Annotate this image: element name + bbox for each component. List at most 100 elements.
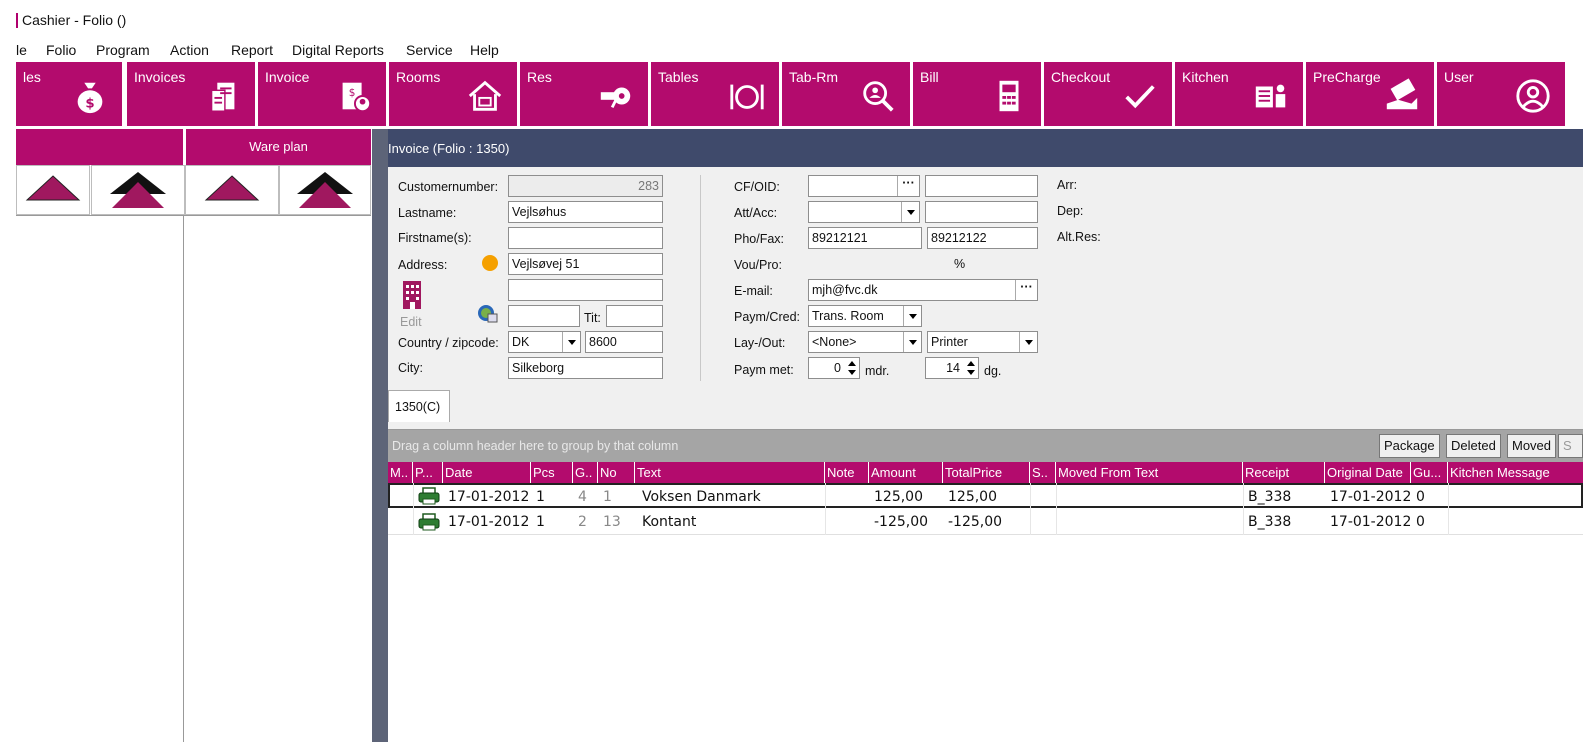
layout-select[interactable]: <None> (808, 331, 922, 353)
ware-scroll-up-button[interactable] (185, 165, 279, 215)
scroll-up-button[interactable] (16, 165, 90, 215)
tit-field[interactable] (606, 305, 663, 327)
toolbar-checkout-button[interactable]: Checkout (1044, 62, 1172, 126)
address-field[interactable]: Vejlsøvej 51 (508, 253, 663, 275)
fax-field[interactable]: 89212122 (927, 227, 1038, 249)
menu-help[interactable]: Help (470, 42, 499, 58)
menu-file[interactable]: le (16, 42, 27, 58)
menu-action[interactable]: Action (170, 42, 209, 58)
col-kitchen-message[interactable]: Kitchen Message (1448, 462, 1583, 483)
cfoid-field[interactable]: ··· (808, 175, 920, 197)
col-date[interactable]: Date (443, 462, 531, 483)
chevron-down-icon[interactable] (562, 332, 580, 352)
layout-label: Lay-/Out: (734, 336, 786, 350)
table-row[interactable]: 17-01-2012 1 2 13 Kontant -125,00 -125,0… (388, 510, 1583, 535)
menu-service[interactable]: Service (406, 42, 453, 58)
s-button[interactable]: S (1558, 434, 1583, 458)
col-s[interactable]: S.. (1030, 462, 1056, 483)
package-button[interactable]: Package (1379, 434, 1440, 458)
left-panel-header (16, 129, 183, 165)
city-field[interactable]: Silkeborg (508, 357, 663, 379)
divider (413, 483, 414, 535)
col-moved-from-text[interactable]: Moved From Text (1056, 462, 1243, 483)
extra-field[interactable] (508, 305, 580, 327)
edit-link[interactable]: Edit (400, 315, 422, 329)
toolbar-bill-button[interactable]: Bill (913, 62, 1041, 126)
col-text[interactable]: Text (635, 462, 825, 483)
col-gu[interactable]: Gu... (1411, 462, 1448, 483)
contact-card-icon[interactable] (476, 304, 498, 324)
country-select[interactable]: DK (508, 331, 581, 353)
ellipsis-icon[interactable]: ··· (1015, 280, 1037, 300)
lastname-field[interactable]: Vejlsøhus (508, 201, 663, 223)
col-receipt[interactable]: Receipt (1243, 462, 1325, 483)
moved-button[interactable]: Moved (1507, 434, 1557, 458)
ware-page-up-button[interactable] (279, 165, 371, 215)
spinner-icon[interactable] (964, 358, 978, 378)
deleted-button[interactable]: Deleted (1446, 434, 1501, 458)
toolbar-tables-button[interactable]: Tables (651, 62, 779, 126)
ellipsis-icon[interactable]: ··· (897, 176, 919, 196)
chevron-down-icon[interactable] (901, 202, 919, 222)
table-row[interactable]: 17-01-2012 1 4 1 Voksen Danmark 125,00 1… (388, 483, 1583, 508)
col-m[interactable]: M.. (388, 462, 413, 483)
toolbar-user-button[interactable]: User (1437, 62, 1565, 126)
cell-moved-from-text (1058, 485, 1061, 509)
address-label: Address: (398, 258, 448, 272)
toolbar-sales-button[interactable]: les $ (16, 62, 122, 126)
chevron-down-icon[interactable] (903, 332, 921, 352)
zipcode-field[interactable]: 8600 (585, 331, 663, 353)
toolbar-tab-rm-button[interactable]: Tab-Rm (782, 62, 910, 126)
cfoid2-field[interactable] (925, 175, 1038, 197)
menu-report[interactable]: Report (231, 42, 273, 58)
divider (183, 215, 184, 742)
menu-digital-reports[interactable]: Digital Reports (292, 42, 384, 58)
col-amount[interactable]: Amount (869, 462, 943, 483)
col-note[interactable]: Note (825, 462, 869, 483)
col-p[interactable]: P... (413, 462, 443, 483)
chevron-down-icon[interactable] (903, 306, 921, 326)
group-by-bar[interactable]: Drag a column header here to group by th… (388, 430, 1583, 462)
email-field[interactable]: mjh@fvc.dk ··· (808, 279, 1038, 301)
paymcred-select[interactable]: Trans. Room (808, 305, 922, 327)
key-icon (597, 77, 635, 115)
toolbar-invoice-button[interactable]: Invoice $ (258, 62, 386, 126)
cell-moved-from-text (1058, 510, 1061, 534)
toolbar-rooms-button[interactable]: Rooms (389, 62, 517, 126)
building-icon[interactable] (400, 279, 424, 311)
paym-days-stepper[interactable]: 14 (925, 357, 979, 379)
divider (825, 483, 826, 535)
plate-cutlery-icon (728, 77, 766, 115)
spinner-icon[interactable] (845, 358, 859, 378)
attacc-select[interactable] (808, 201, 920, 223)
toolbar-kitchen-button[interactable]: Kitchen (1175, 62, 1303, 126)
ware-plan-header: Ware plan (185, 129, 371, 165)
title-accent (16, 13, 18, 28)
paym-months-stepper[interactable]: 0 (808, 357, 860, 379)
phone-field[interactable]: 89212121 (808, 227, 922, 249)
output-select[interactable]: Printer (927, 331, 1038, 353)
customernumber-field[interactable]: 283 (508, 175, 663, 197)
toolbar-precharge-button[interactable]: PreCharge (1306, 62, 1434, 126)
toolbar-res-button[interactable]: Res (520, 62, 648, 126)
address2-field[interactable] (508, 279, 663, 301)
firstname-field[interactable] (508, 227, 663, 249)
col-g[interactable]: G.. (573, 462, 598, 483)
menu-folio[interactable]: Folio (46, 42, 76, 58)
attacc2-field[interactable] (925, 201, 1038, 223)
col-pcs[interactable]: Pcs (531, 462, 573, 483)
menu-program[interactable]: Program (96, 42, 150, 58)
cell-s (1032, 485, 1035, 509)
col-no[interactable]: No (598, 462, 635, 483)
divider (1056, 483, 1057, 535)
chevron-down-icon[interactable] (1019, 332, 1037, 352)
page-up-button[interactable] (91, 165, 185, 215)
col-totalprice[interactable]: TotalPrice (943, 462, 1030, 483)
toolbar-invoices-button[interactable]: Invoices (127, 62, 255, 126)
title-bar: Cashier - Folio () (0, 0, 1583, 38)
tab-folio[interactable]: 1350(C) (388, 390, 450, 422)
col-original-date[interactable]: Original Date (1325, 462, 1411, 483)
panel-splitter[interactable] (372, 129, 388, 742)
money-bag-icon: $ (71, 77, 109, 115)
cell-original-date: 17-01-2012 (1330, 514, 1412, 530)
